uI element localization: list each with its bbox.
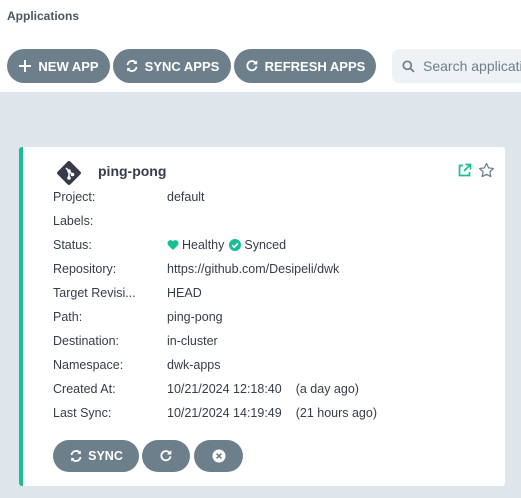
project-row: Project: default	[53, 187, 205, 207]
created-at-label: Created At:	[53, 382, 116, 396]
status-row: Status: Healthy Synced	[53, 235, 286, 255]
repository-label: Repository:	[53, 262, 117, 276]
destination-value: in-cluster	[167, 334, 218, 348]
close-circle-icon	[212, 449, 225, 463]
created-at-row: Created At: 10/21/2024 12:18:40 (a day a…	[53, 379, 359, 399]
destination-row: Destination: in-cluster	[53, 331, 218, 351]
star-icon[interactable]	[478, 162, 495, 179]
repository-value[interactable]: https://github.com/Desipeli/dwk	[167, 262, 339, 276]
namespace-row: Namespace: dwk-apps	[53, 355, 221, 375]
labels-label: Labels:	[53, 214, 94, 228]
sync-apps-label: SYNC APPS	[144, 58, 220, 74]
last-sync-row: Last Sync: 10/21/2024 14:19:49 (21 hours…	[53, 403, 377, 423]
project-label: Project:	[53, 190, 96, 204]
check-circle-icon	[229, 239, 242, 251]
refresh-icon	[246, 60, 258, 72]
namespace-value: dwk-apps	[167, 358, 221, 372]
new-app-label: NEW APP	[38, 58, 99, 74]
new-app-button[interactable]: NEW APP	[7, 49, 110, 83]
delete-button[interactable]	[194, 440, 243, 472]
sync-button[interactable]: SYNC	[53, 440, 139, 472]
search-box[interactable]	[392, 49, 521, 83]
external-link-icon[interactable]	[457, 163, 472, 178]
path-value: ping-pong	[167, 310, 223, 324]
target-revision-row: Target Revisi... HEAD	[53, 283, 202, 303]
target-revision-value: HEAD	[167, 286, 202, 300]
status-label: Status:	[53, 238, 92, 252]
sync-icon	[126, 60, 138, 72]
path-row: Path: ping-pong	[53, 307, 223, 327]
health-status: Healthy	[182, 238, 225, 252]
sync-button-label: SYNC	[88, 449, 123, 463]
app-name[interactable]: ping-pong	[98, 163, 166, 179]
search-icon	[402, 59, 415, 73]
destination-label: Destination:	[53, 334, 120, 348]
sync-apps-button[interactable]: SYNC APPS	[113, 49, 231, 83]
plus-icon	[19, 60, 32, 72]
created-at-value: 10/21/2024 12:18:40 (a day ago)	[167, 382, 359, 396]
git-icon	[57, 161, 81, 185]
last-sync-relative: (21 hours ago)	[295, 406, 378, 420]
refresh-apps-button[interactable]: REFRESH APPS	[234, 49, 376, 83]
namespace-label: Namespace:	[53, 358, 124, 372]
refresh-apps-label: REFRESH APPS	[264, 58, 366, 74]
last-sync-value: 10/21/2024 14:19:49 (21 hours ago)	[167, 406, 377, 420]
page-title: Applications	[7, 9, 80, 23]
created-at-relative: (a day ago)	[295, 382, 359, 396]
last-sync-label: Last Sync:	[53, 406, 112, 420]
sync-icon	[70, 450, 82, 462]
target-revision-label: Target Revisi...	[53, 286, 136, 300]
sync-status: Synced	[244, 238, 287, 252]
repository-row: Repository: https://github.com/Desipeli/…	[53, 259, 339, 279]
status-value: Healthy Synced	[167, 238, 286, 252]
application-card[interactable]: ping-pong Project: default Labels: Statu…	[19, 147, 505, 486]
refresh-button[interactable]	[142, 440, 190, 472]
last-sync-timestamp: 10/21/2024 14:19:49	[167, 406, 282, 420]
path-label: Path:	[53, 310, 83, 324]
search-input[interactable]	[423, 58, 521, 74]
created-at-timestamp: 10/21/2024 12:18:40	[167, 382, 282, 396]
heart-icon	[167, 240, 179, 250]
top-bar: Applications NEW APP SYNC APPS REFRESH A…	[0, 0, 521, 92]
refresh-icon	[160, 450, 172, 462]
labels-row: Labels:	[53, 211, 167, 231]
project-value: default	[167, 190, 205, 204]
